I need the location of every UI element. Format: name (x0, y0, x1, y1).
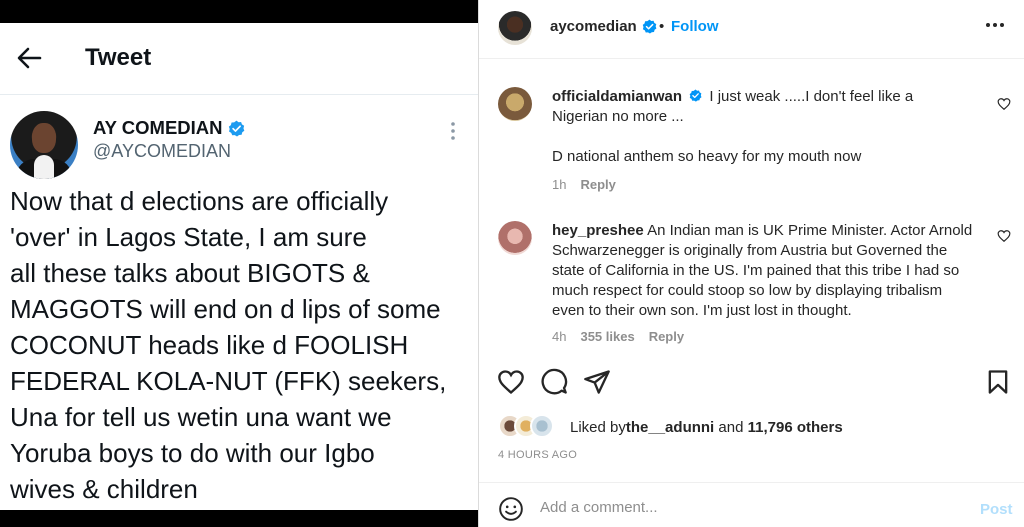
more-options-icon (451, 122, 455, 140)
post-header: aycomedian • Follow (479, 0, 1024, 59)
save-bookmark-icon[interactable] (984, 368, 1012, 396)
commenter-username[interactable]: hey_preshee (552, 222, 644, 239)
tweet-text: Now that d elections are officially 'ove… (10, 186, 447, 504)
instagram-post-panel: aycomedian • Follow officialdamianwan I … (478, 0, 1024, 527)
commenter-avatar[interactable] (498, 221, 532, 255)
tweet-author-avatar (10, 111, 78, 179)
tweet-author-name-text: AY COMEDIAN (93, 117, 223, 138)
liked-by-others[interactable]: 11,796 others (748, 419, 843, 436)
tweet-screenshot: Tweet AY COMEDIAN @AYCOMEDIAN Now that d… (0, 0, 478, 527)
verified-badge-icon (642, 19, 657, 34)
post-timestamp: 4 HOURS AGO (498, 449, 578, 461)
back-arrow-icon (17, 47, 42, 69)
verified-badge-icon (228, 120, 244, 136)
comment-age: 1h (552, 177, 567, 192)
tweet-author: AY COMEDIAN @AYCOMEDIAN (0, 95, 478, 179)
add-comment-row: Post (479, 482, 1024, 527)
heart-icon[interactable] (997, 97, 1011, 111)
comment-item: officialdamianwan I just weak .....I don… (479, 59, 1024, 209)
tweet-header: Tweet (0, 23, 478, 95)
verified-badge-icon (689, 89, 702, 102)
comment-age: 4h (552, 329, 567, 344)
commenter-username[interactable]: officialdamianwan (552, 88, 682, 105)
liked-by-user[interactable]: the__adunni (626, 419, 714, 436)
reply-button[interactable]: Reply (649, 329, 684, 344)
commenter-avatar[interactable] (498, 87, 532, 121)
comment-text-line2: D national anthem so heavy for my mouth … (552, 148, 862, 165)
liked-by-and: and (714, 418, 748, 436)
liked-by: Liked by the__adunni and 11,796 others (498, 412, 843, 442)
comment-bubble-icon[interactable] (540, 368, 568, 396)
emoji-icon[interactable] (498, 496, 524, 522)
follow-button[interactable]: Follow (671, 18, 719, 35)
tweet-author-handle: @AYCOMEDIAN (93, 141, 231, 161)
comment-meta: 4h 355 likes Reply (552, 329, 684, 344)
comment-text: hey_preshee An Indian man is UK Prime Mi… (552, 221, 977, 321)
liked-by-prefix: Liked by (570, 418, 626, 436)
post-author-username[interactable]: aycomedian (550, 18, 637, 35)
comment-item: hey_preshee An Indian man is UK Prime Mi… (479, 209, 1024, 359)
tweet-card: Tweet AY COMEDIAN @AYCOMEDIAN Now that d… (0, 23, 478, 510)
like-heart-icon[interactable] (497, 368, 525, 396)
liker-avatars (498, 414, 556, 440)
separator-dot: • (659, 18, 665, 35)
comment-input[interactable] (540, 499, 940, 516)
more-options-icon[interactable] (985, 22, 1005, 28)
heart-icon[interactable] (997, 229, 1011, 243)
tweet-header-title: Tweet (85, 44, 152, 71)
post-comment-button[interactable]: Post (980, 501, 1013, 518)
tweet-author-name: AY COMEDIAN (93, 117, 245, 139)
share-paper-plane-icon[interactable] (583, 368, 611, 396)
reply-button[interactable]: Reply (580, 177, 615, 192)
action-bar (479, 362, 1024, 402)
comment-text: officialdamianwan I just weak .....I don… (552, 87, 972, 127)
post-author-avatar[interactable] (498, 11, 532, 45)
comment-likes[interactable]: 355 likes (580, 329, 634, 344)
comment-meta: 1h Reply (552, 177, 616, 192)
post-author[interactable]: aycomedian (550, 18, 657, 35)
